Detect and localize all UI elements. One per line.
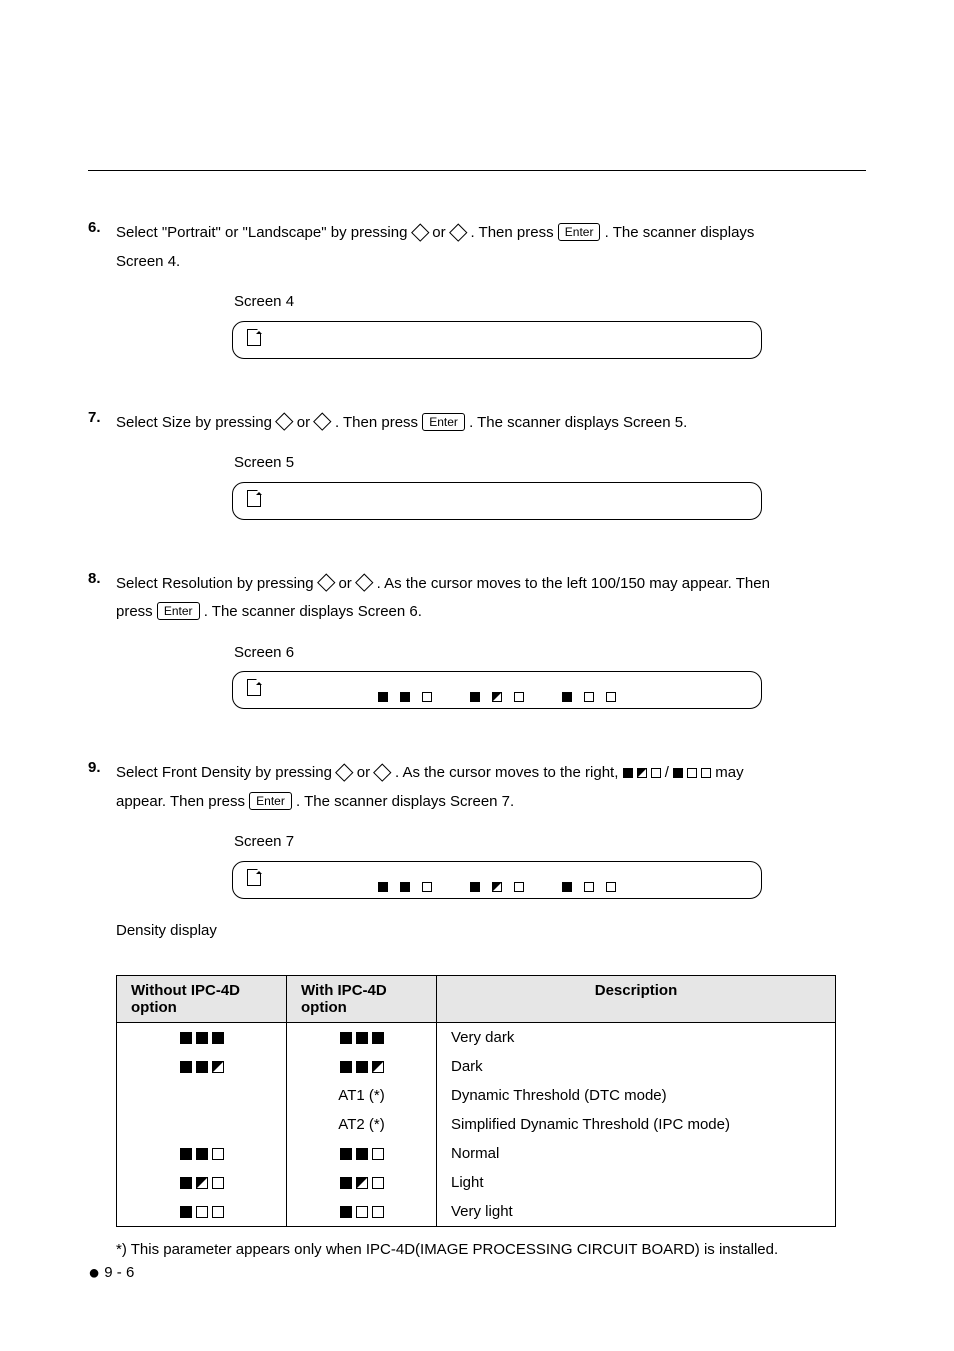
desc: Simplified Dynamic Threshold (IPC mode) [437, 1110, 836, 1139]
step-number: 7. [88, 409, 116, 520]
screen-label: Screen 7 [234, 828, 866, 857]
enter-key: Enter [157, 602, 200, 620]
text: Select Front Density by pressing [116, 764, 336, 781]
density-normal-icon [180, 1148, 224, 1160]
page-footer: ● 9 - 6 [88, 1264, 134, 1281]
table-row: AT1 (*) Dynamic Threshold (DTC mode) [117, 1081, 836, 1110]
step-body: Select Resolution by pressing or . As th… [116, 570, 866, 710]
page-number: 9 - 6 [104, 1264, 134, 1281]
bullet-icon: ● [88, 1262, 100, 1284]
text: / [665, 764, 673, 781]
text: . The scanner displays Screen 5. [469, 414, 687, 431]
text: . Then press [335, 414, 422, 431]
desc: Normal [437, 1139, 836, 1168]
density-normal-icon [340, 1148, 384, 1160]
density-dark-icon [340, 1061, 384, 1073]
step-7: 7. Select Size by pressing or . Then pre… [88, 409, 866, 520]
text: or [432, 224, 450, 241]
step-number: 9. [88, 759, 116, 955]
col-header-with: With IPC-4D option [287, 976, 437, 1023]
text: . The scanner displays [605, 224, 755, 241]
density-very-light-icon [180, 1206, 224, 1218]
text: . The scanner displays Screen 7. [296, 793, 514, 810]
text: may [715, 764, 743, 781]
text: Screen 4. [116, 253, 180, 270]
density-light-icon [340, 1177, 384, 1189]
enter-key: Enter [422, 413, 465, 431]
text: or [297, 414, 315, 431]
desc: Light [437, 1168, 836, 1197]
document-icon [247, 329, 261, 346]
left-arrow-icon [336, 763, 354, 781]
at2-label: AT2 (*) [287, 1110, 437, 1139]
desc: Dark [437, 1052, 836, 1081]
step-body: Select "Portrait" or "Landscape" by pres… [116, 219, 866, 359]
text: Select Size by pressing [116, 414, 276, 431]
step-body: Select Front Density by pressing or . As… [116, 759, 866, 955]
table-row: AT2 (*) Simplified Dynamic Threshold (IP… [117, 1110, 836, 1139]
table-row: Very light [117, 1197, 836, 1227]
step-number: 6. [88, 219, 116, 359]
left-arrow-icon [317, 573, 335, 591]
desc: Dynamic Threshold (DTC mode) [437, 1081, 836, 1110]
text: . As the cursor moves to the right, [395, 764, 623, 781]
table-row: Very dark [117, 1023, 836, 1053]
right-arrow-icon [314, 412, 332, 430]
text: press [116, 603, 157, 620]
text: appear. Then press [116, 793, 249, 810]
step-body: Select Size by pressing or . Then press … [116, 409, 866, 520]
text: . Then press [470, 224, 557, 241]
density-table: Without IPC-4D option With IPC-4D option… [116, 975, 836, 1227]
density-glyph-row [233, 692, 761, 702]
screen-7 [232, 861, 762, 899]
document-icon [247, 490, 261, 507]
left-arrow-icon [275, 412, 293, 430]
density-dark-icon [180, 1061, 224, 1073]
desc: Very dark [437, 1023, 836, 1053]
text: . The scanner displays Screen 6. [204, 603, 422, 620]
density-very-dark-icon [340, 1032, 384, 1044]
screen-4 [232, 321, 762, 359]
right-arrow-icon [449, 223, 467, 241]
step-9: 9. Select Front Density by pressing or .… [88, 759, 866, 955]
right-arrow-icon [355, 573, 373, 591]
density-glyph-inline-1 [623, 768, 661, 778]
step-number: 8. [88, 570, 116, 710]
text: or [338, 575, 356, 592]
screen-6 [232, 671, 762, 709]
step-6: 6. Select "Portrait" or "Landscape" by p… [88, 219, 866, 359]
density-glyph-row [233, 882, 761, 892]
horizontal-rule [88, 170, 866, 171]
enter-key: Enter [558, 223, 601, 241]
density-glyph-inline-2 [673, 768, 711, 778]
left-arrow-icon [411, 223, 429, 241]
at1-label: AT1 (*) [287, 1081, 437, 1110]
density-very-dark-icon [180, 1032, 224, 1044]
density-display-heading: Density display [116, 917, 866, 946]
footnote: *) This parameter appears only when IPC-… [116, 1241, 866, 1258]
right-arrow-icon [374, 763, 392, 781]
enter-key: Enter [249, 792, 292, 810]
table-row: Normal [117, 1139, 836, 1168]
step-8: 8. Select Resolution by pressing or . As… [88, 570, 866, 710]
screen-label: Screen 4 [234, 288, 866, 317]
col-header-desc: Description [437, 976, 836, 1023]
screen-label: Screen 6 [234, 639, 866, 668]
desc: Very light [437, 1197, 836, 1227]
table-row: Dark [117, 1052, 836, 1081]
col-header-without: Without IPC-4D option [117, 976, 287, 1023]
screen-label: Screen 5 [234, 449, 866, 478]
density-very-light-icon [340, 1206, 384, 1218]
text: or [357, 764, 375, 781]
table-row: Light [117, 1168, 836, 1197]
text: Select Resolution by pressing [116, 575, 318, 592]
text: Select "Portrait" or "Landscape" by pres… [116, 224, 412, 241]
screen-5 [232, 482, 762, 520]
text: . As the cursor moves to the left 100/15… [377, 575, 770, 592]
density-light-icon [180, 1177, 224, 1189]
